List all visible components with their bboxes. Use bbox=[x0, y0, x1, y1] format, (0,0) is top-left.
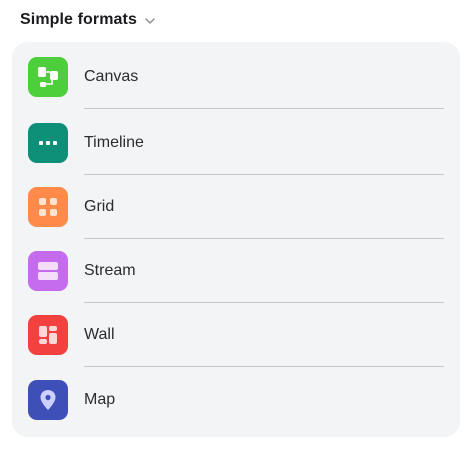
format-item-grid[interactable]: Grid bbox=[12, 175, 460, 239]
simple-formats-dropdown[interactable]: Simple formats bbox=[20, 8, 156, 32]
timeline-icon bbox=[28, 123, 68, 163]
chevron-down-icon bbox=[144, 15, 156, 27]
canvas-icon bbox=[28, 57, 68, 97]
divider bbox=[84, 108, 444, 109]
wall-icon bbox=[28, 315, 68, 355]
formats-list: Canvas Timeline Grid Stream Wall Map bbox=[12, 42, 460, 437]
map-pin-icon bbox=[28, 380, 68, 420]
format-label: Wall bbox=[84, 326, 115, 343]
format-item-stream[interactable]: Stream bbox=[12, 239, 460, 303]
divider bbox=[84, 366, 444, 367]
format-label: Canvas bbox=[84, 68, 139, 85]
format-item-canvas[interactable]: Canvas bbox=[12, 45, 460, 109]
format-label: Timeline bbox=[84, 134, 144, 151]
format-item-map[interactable]: Map bbox=[12, 368, 460, 432]
format-item-wall[interactable]: Wall bbox=[12, 303, 460, 367]
format-item-timeline[interactable]: Timeline bbox=[12, 111, 460, 175]
stream-icon bbox=[28, 251, 68, 291]
format-label: Map bbox=[84, 391, 116, 408]
section-title: Simple formats bbox=[20, 11, 137, 28]
grid-icon bbox=[28, 187, 68, 227]
format-label: Grid bbox=[84, 198, 115, 215]
format-label: Stream bbox=[84, 262, 136, 279]
